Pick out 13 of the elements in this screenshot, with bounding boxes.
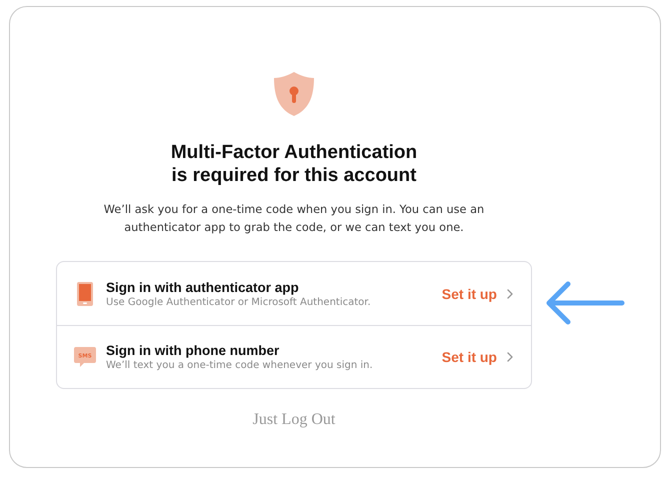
description-text: We’ll ask you for a one-time code when you sign in. You can use an authenticator app to grab the code, or we can text you one. (102, 202, 486, 236)
chevron-icon (507, 288, 513, 298)
option-subtitle: We’ll text you a one-time code whenever you sign in. (106, 360, 374, 371)
shield-icon (272, 71, 316, 117)
setup-link[interactable]: Set it up (442, 349, 513, 365)
logout-link[interactable]: Just Log Out (252, 411, 336, 429)
page-heading: Multi-Factor Authentication is required for this account (170, 141, 418, 187)
option-title: Sign in with phone number (106, 343, 280, 358)
option-subtitle: Use Google Authenticator or Microsoft Authenticator. (106, 296, 372, 308)
chevron-icon (507, 352, 513, 362)
option-title: Sign in with authenticator app (106, 280, 300, 294)
phone-icon (77, 282, 93, 306)
setup-link[interactable]: Set it up (442, 286, 513, 302)
